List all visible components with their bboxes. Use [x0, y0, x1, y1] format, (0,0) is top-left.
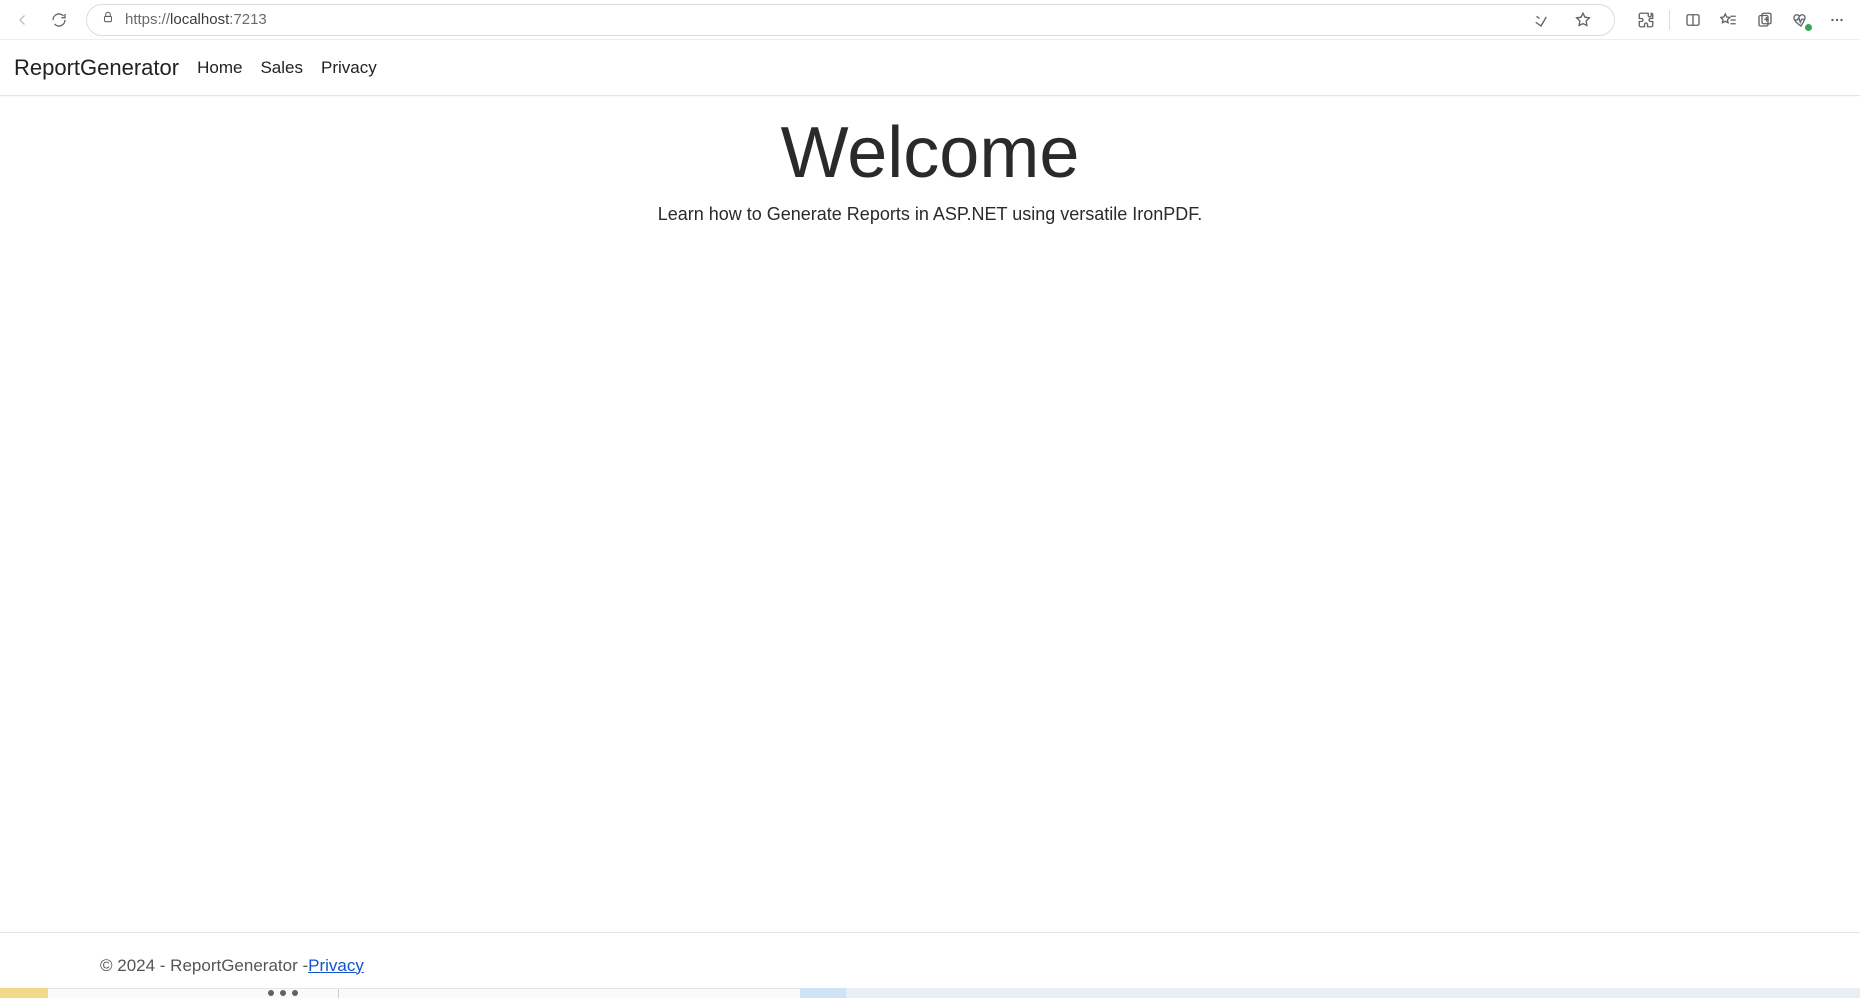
url-text: https://localhost:7213 — [125, 11, 267, 28]
favorite-button[interactable] — [1566, 3, 1600, 37]
app-navbar: ReportGenerator Home Sales Privacy — [0, 40, 1860, 96]
nav-link-home[interactable]: Home — [197, 58, 242, 78]
puzzle-icon — [1637, 11, 1655, 29]
browser-toolbar: https://localhost:7213 — [0, 0, 1860, 40]
back-button[interactable] — [6, 3, 40, 37]
read-aloud-icon — [1532, 11, 1550, 29]
nav-links: Home Sales Privacy — [197, 58, 377, 78]
collections-button[interactable] — [1748, 3, 1782, 37]
collections-icon — [1756, 11, 1774, 29]
nav-link-privacy[interactable]: Privacy — [321, 58, 377, 78]
footer-text: © 2024 - ReportGenerator - — [100, 956, 308, 976]
taskbar-mid — [48, 988, 800, 998]
browser-actions — [1629, 3, 1854, 37]
more-horizontal-icon — [1828, 11, 1846, 29]
split-screen-icon — [1684, 11, 1702, 29]
url-port: :7213 — [229, 11, 267, 28]
taskbar-divider — [338, 989, 339, 998]
split-screen-button[interactable] — [1676, 3, 1710, 37]
taskbar-mini-icon — [292, 990, 298, 996]
page-main: Welcome Learn how to Generate Reports in… — [0, 96, 1860, 932]
browser-essentials-button[interactable] — [1784, 3, 1818, 37]
taskbar-active-app-hint — [800, 988, 846, 998]
page-title: Welcome — [781, 112, 1080, 194]
taskbar-mini-icon — [268, 990, 274, 996]
read-aloud-button[interactable] — [1524, 3, 1558, 37]
os-taskbar-strip — [0, 988, 1860, 998]
more-button[interactable] — [1820, 3, 1854, 37]
footer-privacy-link[interactable]: Privacy — [308, 956, 364, 976]
extensions-button[interactable] — [1629, 3, 1663, 37]
favorites-list-icon — [1720, 11, 1738, 29]
heart-pulse-icon — [1792, 11, 1810, 29]
lock-icon — [101, 10, 115, 29]
taskbar-mini-icon — [280, 990, 286, 996]
taskbar-folder-hint — [0, 988, 48, 998]
arrow-left-icon — [14, 11, 32, 29]
favorites-list-button[interactable] — [1712, 3, 1746, 37]
page-subtitle: Learn how to Generate Reports in ASP.NET… — [658, 204, 1203, 225]
star-icon — [1574, 11, 1592, 29]
separator — [1669, 10, 1670, 30]
url-host: localhost — [170, 11, 229, 28]
address-bar[interactable]: https://localhost:7213 — [86, 4, 1615, 36]
refresh-button[interactable] — [42, 3, 76, 37]
brand-link[interactable]: ReportGenerator — [14, 55, 179, 81]
nav-link-sales[interactable]: Sales — [260, 58, 303, 78]
refresh-icon — [50, 11, 68, 29]
taskbar-rest — [846, 988, 1860, 998]
url-scheme: https:// — [125, 11, 170, 28]
